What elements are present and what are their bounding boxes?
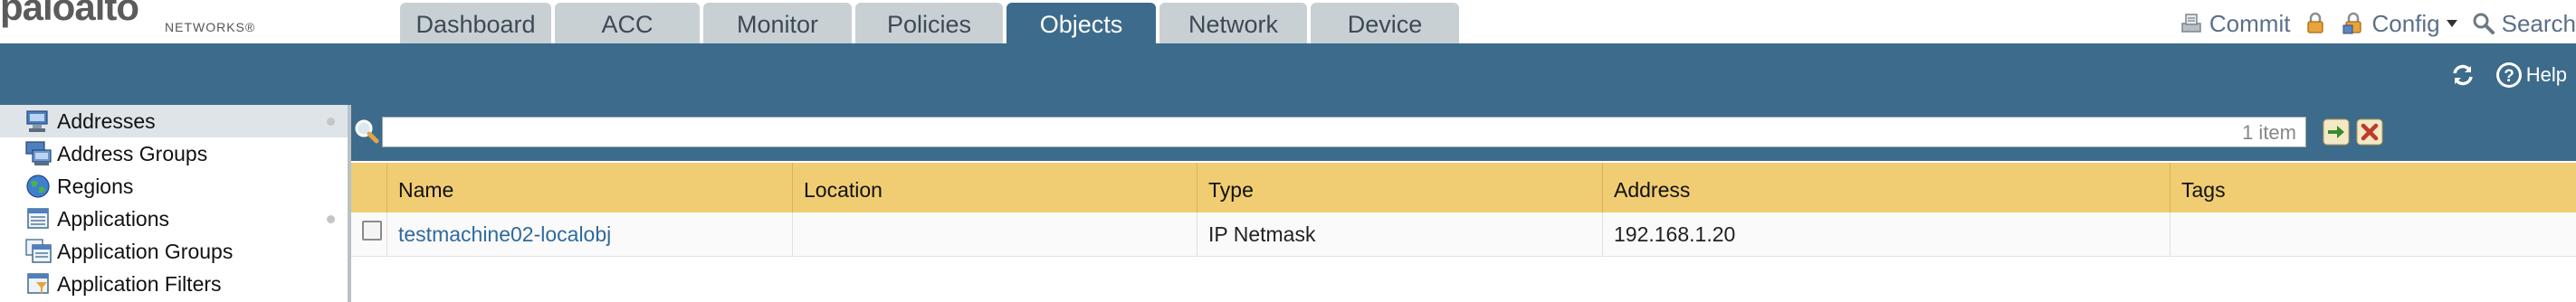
help-icon: ?	[2495, 62, 2522, 88]
sidebar-item-application-filters[interactable]: Application Filters	[0, 268, 348, 300]
search-label: Search	[2501, 9, 2576, 37]
help-button[interactable]: ? Help	[2495, 61, 2567, 90]
column-header-address[interactable]: Address	[1603, 163, 2171, 212]
filter-input[interactable]	[388, 119, 2112, 146]
cell-type: IP Netmask	[1197, 212, 1603, 256]
cell-address: 192.168.1.20	[1603, 212, 2171, 256]
refresh-icon[interactable]	[2449, 61, 2476, 89]
sub-toolbar-actions: ? Help	[2449, 60, 2567, 90]
chevron-down-icon	[2446, 20, 2457, 27]
column-header-name[interactable]: Name	[387, 163, 793, 212]
application-group-icon	[25, 239, 52, 263]
commit-label: Commit	[2209, 9, 2291, 37]
globe-icon	[26, 175, 50, 198]
application-icon	[27, 208, 49, 229]
status-dot	[327, 215, 335, 223]
sidebar-item-application-groups[interactable]: Application Groups	[0, 235, 348, 268]
commit-button[interactable]: Commit	[2179, 9, 2291, 38]
tab-dashboard[interactable]: Dashboard	[400, 3, 551, 43]
config-menu[interactable]: Config	[2341, 10, 2457, 38]
application-filter-icon	[27, 273, 49, 294]
config-label: Config	[2371, 9, 2440, 37]
tab-monitor[interactable]: Monitor	[703, 3, 852, 43]
column-header-type[interactable]: Type	[1197, 163, 1603, 212]
search-button[interactable]: Search	[2471, 10, 2576, 38]
table-row[interactable]: testmachine02-localobj IP Netmask 192.16…	[351, 212, 2576, 257]
main-tabs: Dashboard ACC Monitor Policies Objects N…	[400, 3, 1459, 43]
tab-network[interactable]: Network	[1159, 3, 1307, 43]
commit-icon	[2181, 14, 2201, 33]
sidebar-item-address-groups[interactable]: Address Groups	[0, 137, 348, 170]
sidebar-item-applications[interactable]: Applications	[0, 203, 348, 235]
status-dot	[327, 118, 335, 126]
svg-text:?: ?	[2504, 67, 2514, 86]
filter-bar: 1 item	[351, 105, 2576, 161]
row-checkbox[interactable]	[362, 221, 382, 241]
objects-sidebar: Addresses Address Groups Regions Applica…	[0, 105, 351, 302]
addresses-table: Name Location Type Address Tags testmach…	[351, 163, 2576, 302]
top-header: paloalto NETWORKS® Dashboard ACC Monitor…	[0, 0, 2576, 43]
select-column-header[interactable]	[351, 163, 387, 212]
filter-field: 1 item	[382, 117, 2306, 147]
address-icon	[26, 110, 48, 132]
lock-button[interactable]	[2303, 11, 2328, 36]
tab-objects[interactable]: Objects	[1007, 3, 1156, 43]
row-select-cell	[351, 212, 387, 256]
logo-subtitle: NETWORKS®	[165, 20, 256, 34]
sidebar-item-label: Addresses	[57, 109, 156, 133]
cell-location	[793, 212, 1197, 256]
table-header: Name Location Type Address Tags	[351, 163, 2576, 212]
item-count: 1 item	[2242, 121, 2296, 144]
help-label: Help	[2525, 63, 2567, 86]
address-group-icon	[25, 141, 52, 165]
tab-device[interactable]: Device	[1311, 3, 1459, 43]
lock-icon	[2307, 12, 2324, 33]
column-header-tags[interactable]: Tags	[2171, 163, 2576, 212]
sidebar-item-label: Application Groups	[57, 240, 234, 263]
header-actions: Commit Config Search	[2179, 4, 2576, 43]
sub-toolbar: ? Help	[0, 43, 2576, 105]
cell-tags	[2171, 212, 2576, 256]
search-icon	[355, 119, 379, 144]
tab-policies[interactable]: Policies	[855, 3, 1003, 43]
sidebar-item-label: Regions	[57, 175, 134, 198]
search-icon	[2473, 13, 2495, 34]
tab-acc[interactable]: ACC	[555, 3, 700, 43]
cell-name[interactable]: testmachine02-localobj	[387, 212, 793, 256]
sidebar-item-label: Applications	[57, 207, 170, 231]
logo: paloalto	[0, 0, 139, 28]
sidebar-item-regions[interactable]: Regions	[0, 170, 348, 203]
sidebar-item-label: Address Groups	[57, 142, 208, 165]
clear-filter-icon[interactable]	[2356, 118, 2383, 146]
column-header-location[interactable]: Location	[793, 163, 1197, 212]
apply-filter-icon[interactable]	[2323, 118, 2350, 146]
sidebar-item-addresses[interactable]: Addresses	[0, 105, 348, 137]
sidebar-item-label: Application Filters	[57, 272, 222, 296]
config-icon	[2342, 12, 2362, 34]
